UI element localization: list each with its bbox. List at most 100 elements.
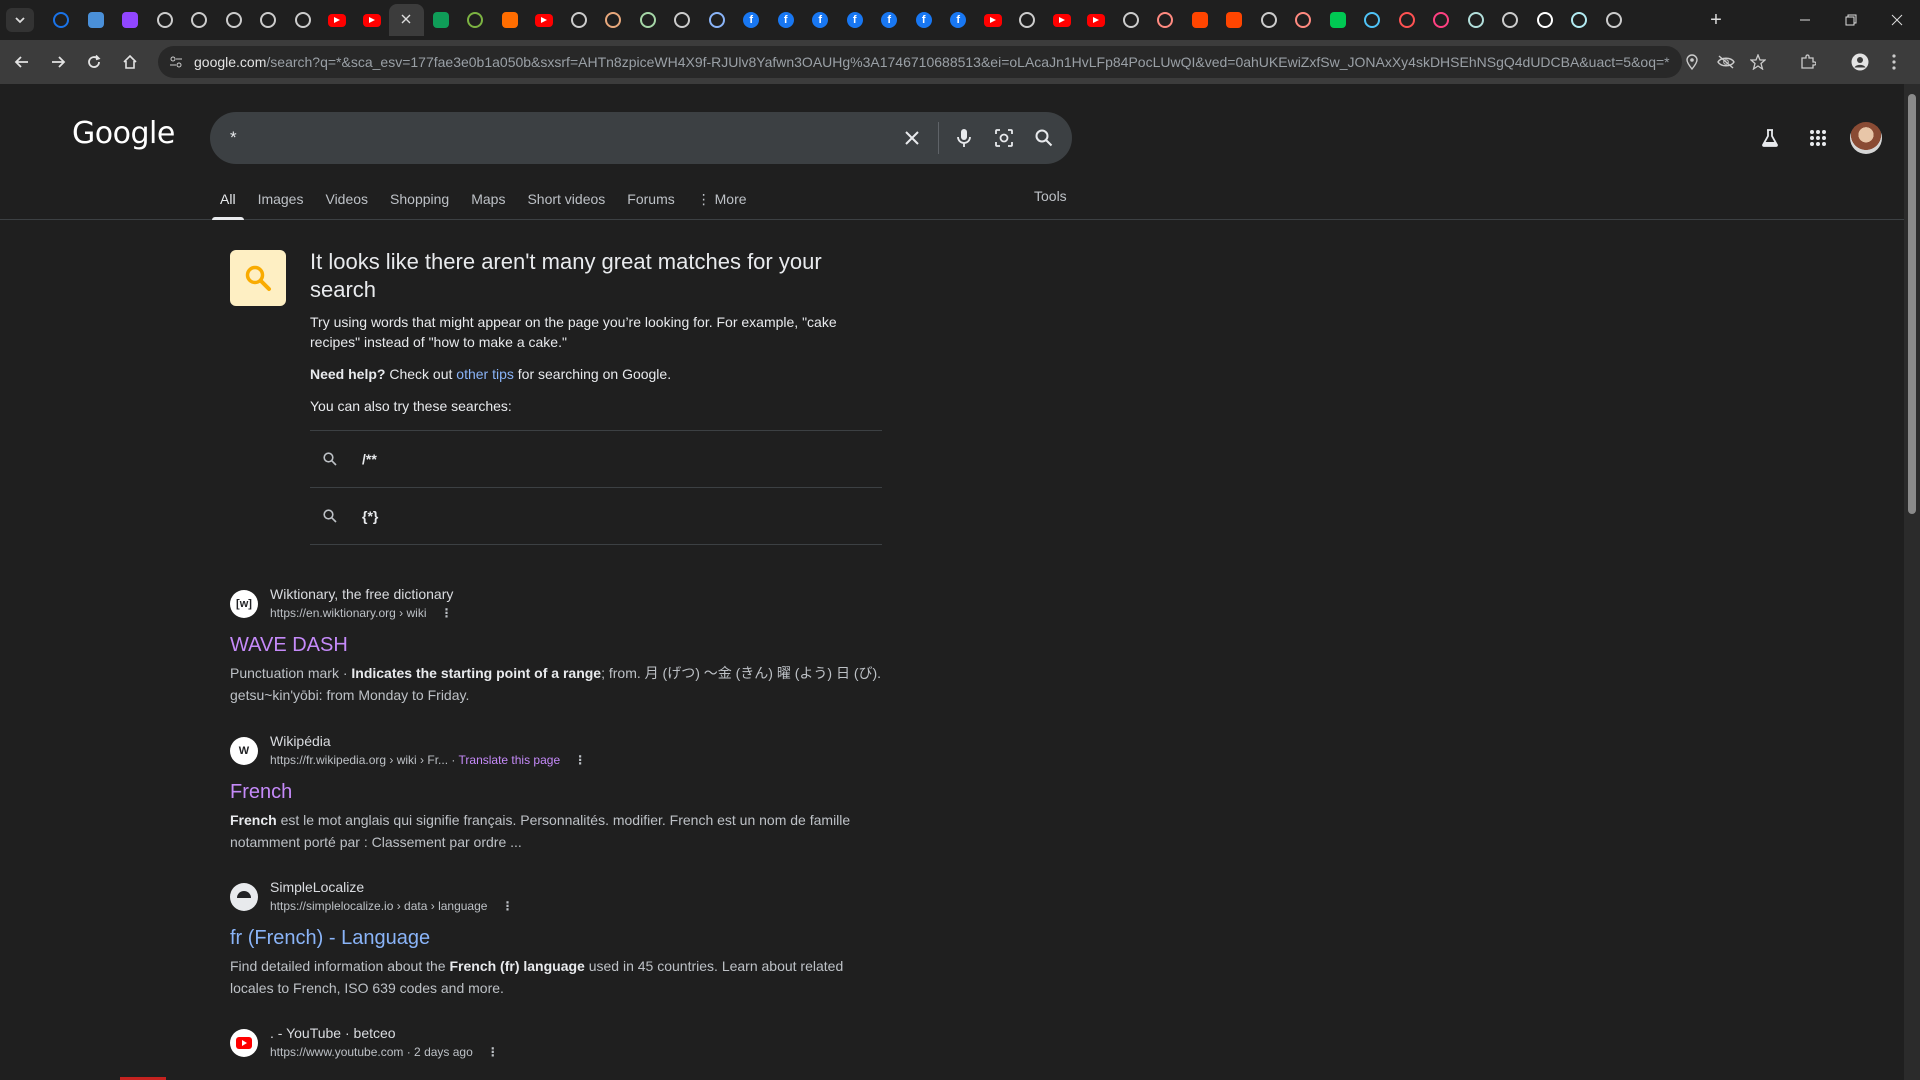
browser-tab[interactable] [1390, 4, 1425, 36]
tab-short-videos[interactable]: Short videos [527, 188, 605, 220]
browser-tab[interactable]: f [872, 4, 907, 36]
bookmark-star-icon[interactable] [1748, 52, 1768, 72]
scroll-thumb[interactable] [1908, 94, 1916, 514]
more-options-icon[interactable]: ⋮ [487, 1045, 499, 1059]
tab-shopping[interactable]: Shopping [390, 188, 449, 220]
result-title-link[interactable]: French [230, 779, 882, 805]
account-avatar[interactable] [1850, 122, 1882, 154]
browser-tab[interactable] [113, 4, 148, 36]
result-title-link[interactable]: WAVE DASH [230, 632, 882, 658]
browser-tab[interactable] [355, 4, 390, 36]
tab-maps[interactable]: Maps [471, 188, 505, 220]
browser-tab[interactable] [458, 4, 493, 36]
address-bar[interactable]: google.com/search?q=*&sca_esv=177fae3e0b… [158, 46, 1682, 78]
browser-tab[interactable]: f [941, 4, 976, 36]
tab-images[interactable]: Images [258, 188, 304, 220]
tab-forums[interactable]: Forums [627, 188, 674, 220]
browser-tab[interactable] [320, 4, 355, 36]
browser-tab[interactable]: f [838, 4, 873, 36]
browser-tab[interactable]: f [907, 4, 942, 36]
tools-button[interactable]: Tools [1034, 188, 1067, 204]
result-title-link[interactable]: fr (French) - Language [230, 925, 882, 951]
browser-tab[interactable] [665, 4, 700, 36]
more-options-icon[interactable]: ⋮ [574, 753, 586, 767]
browser-tab[interactable] [1528, 4, 1563, 36]
result-header[interactable]: . - YouTube · betceo https://www.youtube.… [230, 1021, 882, 1065]
browser-tab[interactable] [1252, 4, 1287, 36]
browser-tab[interactable] [217, 4, 252, 36]
search-input[interactable] [230, 126, 870, 150]
browser-tab[interactable] [1493, 4, 1528, 36]
browser-tab[interactable] [286, 4, 321, 36]
kebab-menu-icon[interactable] [1884, 52, 1904, 72]
profile-icon[interactable] [1850, 52, 1870, 72]
location-icon[interactable] [1682, 52, 1702, 72]
browser-tab[interactable] [1459, 4, 1494, 36]
result-header[interactable]: [w] Wiktionary, the free dictionary https:… [230, 582, 882, 626]
labs-button[interactable] [1756, 124, 1784, 152]
browser-tab[interactable] [1010, 4, 1045, 36]
browser-tab[interactable] [562, 4, 597, 36]
alternative-search[interactable]: {*} [310, 488, 882, 545]
browser-tab[interactable] [1562, 4, 1597, 36]
forward-button[interactable] [44, 48, 72, 76]
search-box[interactable] [210, 112, 1072, 164]
browser-tab[interactable] [1321, 4, 1356, 36]
browser-tab[interactable]: f [769, 4, 804, 36]
browser-tab[interactable] [1045, 4, 1080, 36]
browser-tab[interactable] [1355, 4, 1390, 36]
browser-tab[interactable] [976, 4, 1011, 36]
browser-tab[interactable] [1424, 4, 1459, 36]
browser-tab[interactable] [251, 4, 286, 36]
restore-button[interactable] [1828, 6, 1874, 34]
browser-tab[interactable] [424, 4, 459, 36]
close-window-button[interactable] [1874, 6, 1920, 34]
tab-all[interactable]: All [212, 188, 243, 220]
browser-tab[interactable] [182, 4, 217, 36]
other-tips-link[interactable]: other tips [456, 366, 514, 382]
more-options-icon[interactable]: ⋮ [441, 606, 453, 620]
browser-tab[interactable] [527, 4, 562, 36]
tab-search-button[interactable] [6, 8, 34, 32]
lens-search-button[interactable] [992, 126, 1016, 150]
browser-tab[interactable] [79, 4, 114, 36]
browser-tab[interactable] [1597, 4, 1632, 36]
browser-tab[interactable] [1217, 4, 1252, 36]
browser-tab[interactable] [148, 4, 183, 36]
extensions-icon[interactable] [1798, 52, 1818, 72]
browser-tab[interactable] [1286, 4, 1321, 36]
browser-tab[interactable] [44, 4, 79, 36]
browser-tab[interactable] [1114, 4, 1149, 36]
reload-button[interactable] [80, 48, 108, 76]
eye-off-icon[interactable] [1716, 52, 1736, 72]
browser-tab[interactable] [493, 4, 528, 36]
home-button[interactable] [116, 48, 144, 76]
voice-search-button[interactable] [952, 126, 976, 150]
tab-more[interactable]: ⋮ More [697, 188, 747, 220]
site-info-icon[interactable] [166, 52, 186, 72]
more-options-icon[interactable]: ⋮ [501, 899, 513, 913]
google-logo[interactable]: Google [72, 116, 175, 151]
browser-tab[interactable] [1183, 4, 1218, 36]
new-tab-button[interactable]: + [1704, 8, 1728, 32]
translate-link[interactable]: Translate this page [459, 753, 561, 767]
clear-search-button[interactable] [900, 126, 924, 150]
search-submit-button[interactable] [1032, 126, 1056, 150]
back-button[interactable] [8, 48, 36, 76]
browser-tab[interactable] [596, 4, 631, 36]
google-apps-button[interactable] [1804, 124, 1832, 152]
result-header[interactable]: W Wikipédia https://fr.wikipedia.org › wik… [230, 729, 882, 773]
url-text[interactable]: google.com/search?q=*&sca_esv=177fae3e0b… [194, 54, 1670, 70]
minimize-button[interactable] [1782, 6, 1828, 34]
page-scrollbar[interactable] [1904, 84, 1920, 1080]
close-icon[interactable] [401, 11, 411, 29]
alternative-search[interactable]: /** [310, 431, 882, 488]
tab-videos[interactable]: Videos [325, 188, 368, 220]
browser-tab[interactable] [1079, 4, 1114, 36]
result-header[interactable]: SimpleLocalize https://simplelocalize.io … [230, 875, 882, 919]
browser-tab[interactable] [631, 4, 666, 36]
browser-tab[interactable] [1148, 4, 1183, 36]
browser-tab[interactable] [389, 4, 424, 36]
browser-tab[interactable] [700, 4, 735, 36]
browser-tab[interactable]: f [803, 4, 838, 36]
